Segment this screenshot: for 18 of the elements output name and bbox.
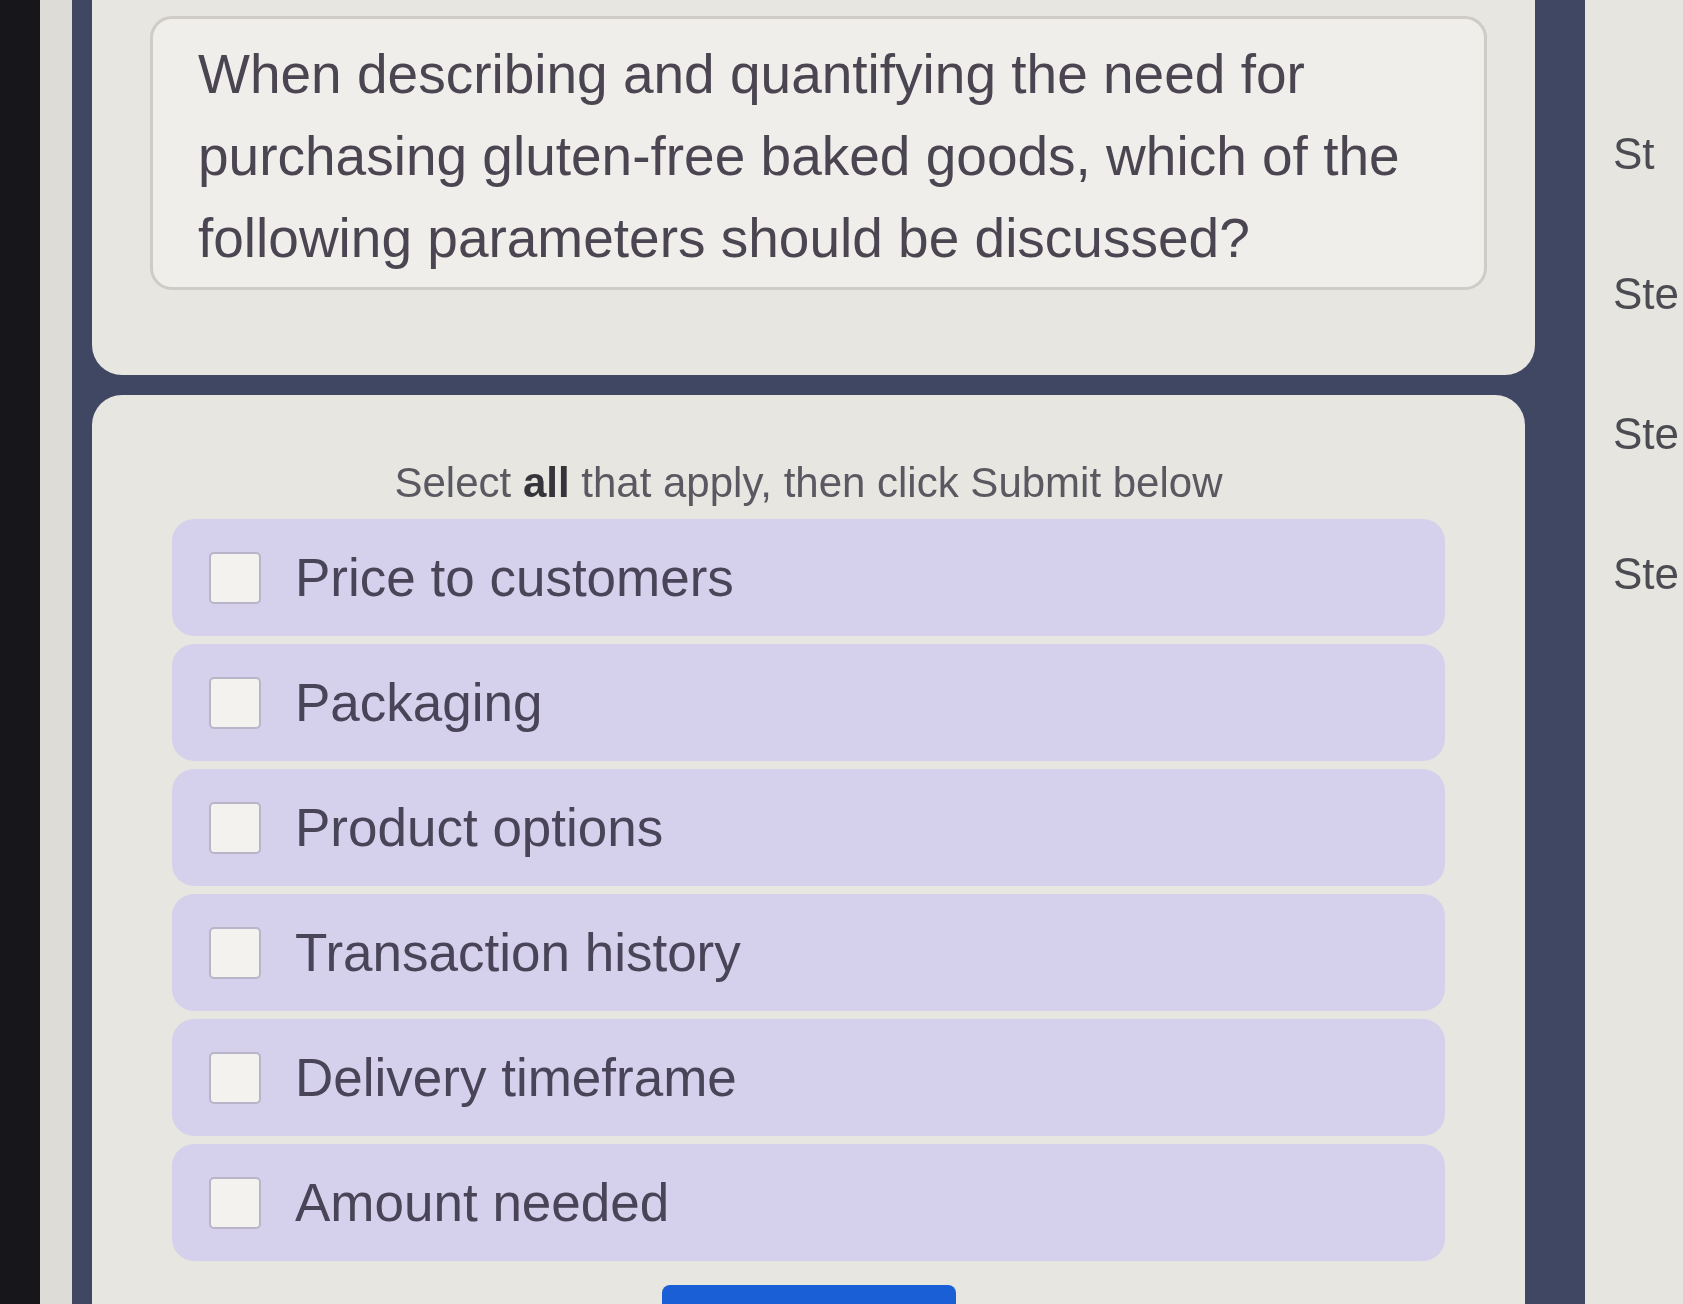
answer-option[interactable]: Transaction history (172, 894, 1445, 1011)
checkbox[interactable] (209, 1176, 261, 1229)
checkbox[interactable] (209, 801, 261, 854)
step-label[interactable]: Ste (1613, 548, 1680, 600)
answer-option[interactable]: Price to customers (172, 519, 1445, 636)
step-label[interactable]: Ste (1613, 408, 1680, 460)
answer-option[interactable]: Delivery timeframe (172, 1019, 1445, 1136)
answer-option[interactable]: Packaging (172, 644, 1445, 761)
checkbox[interactable] (209, 676, 261, 729)
question-text: When describing and quantifying the need for purchasing gluten-free baked goods, which of the following parameters should be discussed? (198, 42, 1401, 271)
answer-option[interactable]: Amount needed (172, 1144, 1445, 1261)
step-label[interactable]: St (1613, 128, 1655, 180)
checkbox[interactable] (209, 1051, 261, 1104)
checkbox[interactable] (209, 926, 261, 979)
answer-option[interactable]: Product options (172, 769, 1445, 886)
step-label[interactable]: Ste (1613, 268, 1680, 320)
checkbox[interactable] (209, 551, 261, 604)
instruction-text: Select all that apply, then click Submit below (394, 458, 1223, 508)
